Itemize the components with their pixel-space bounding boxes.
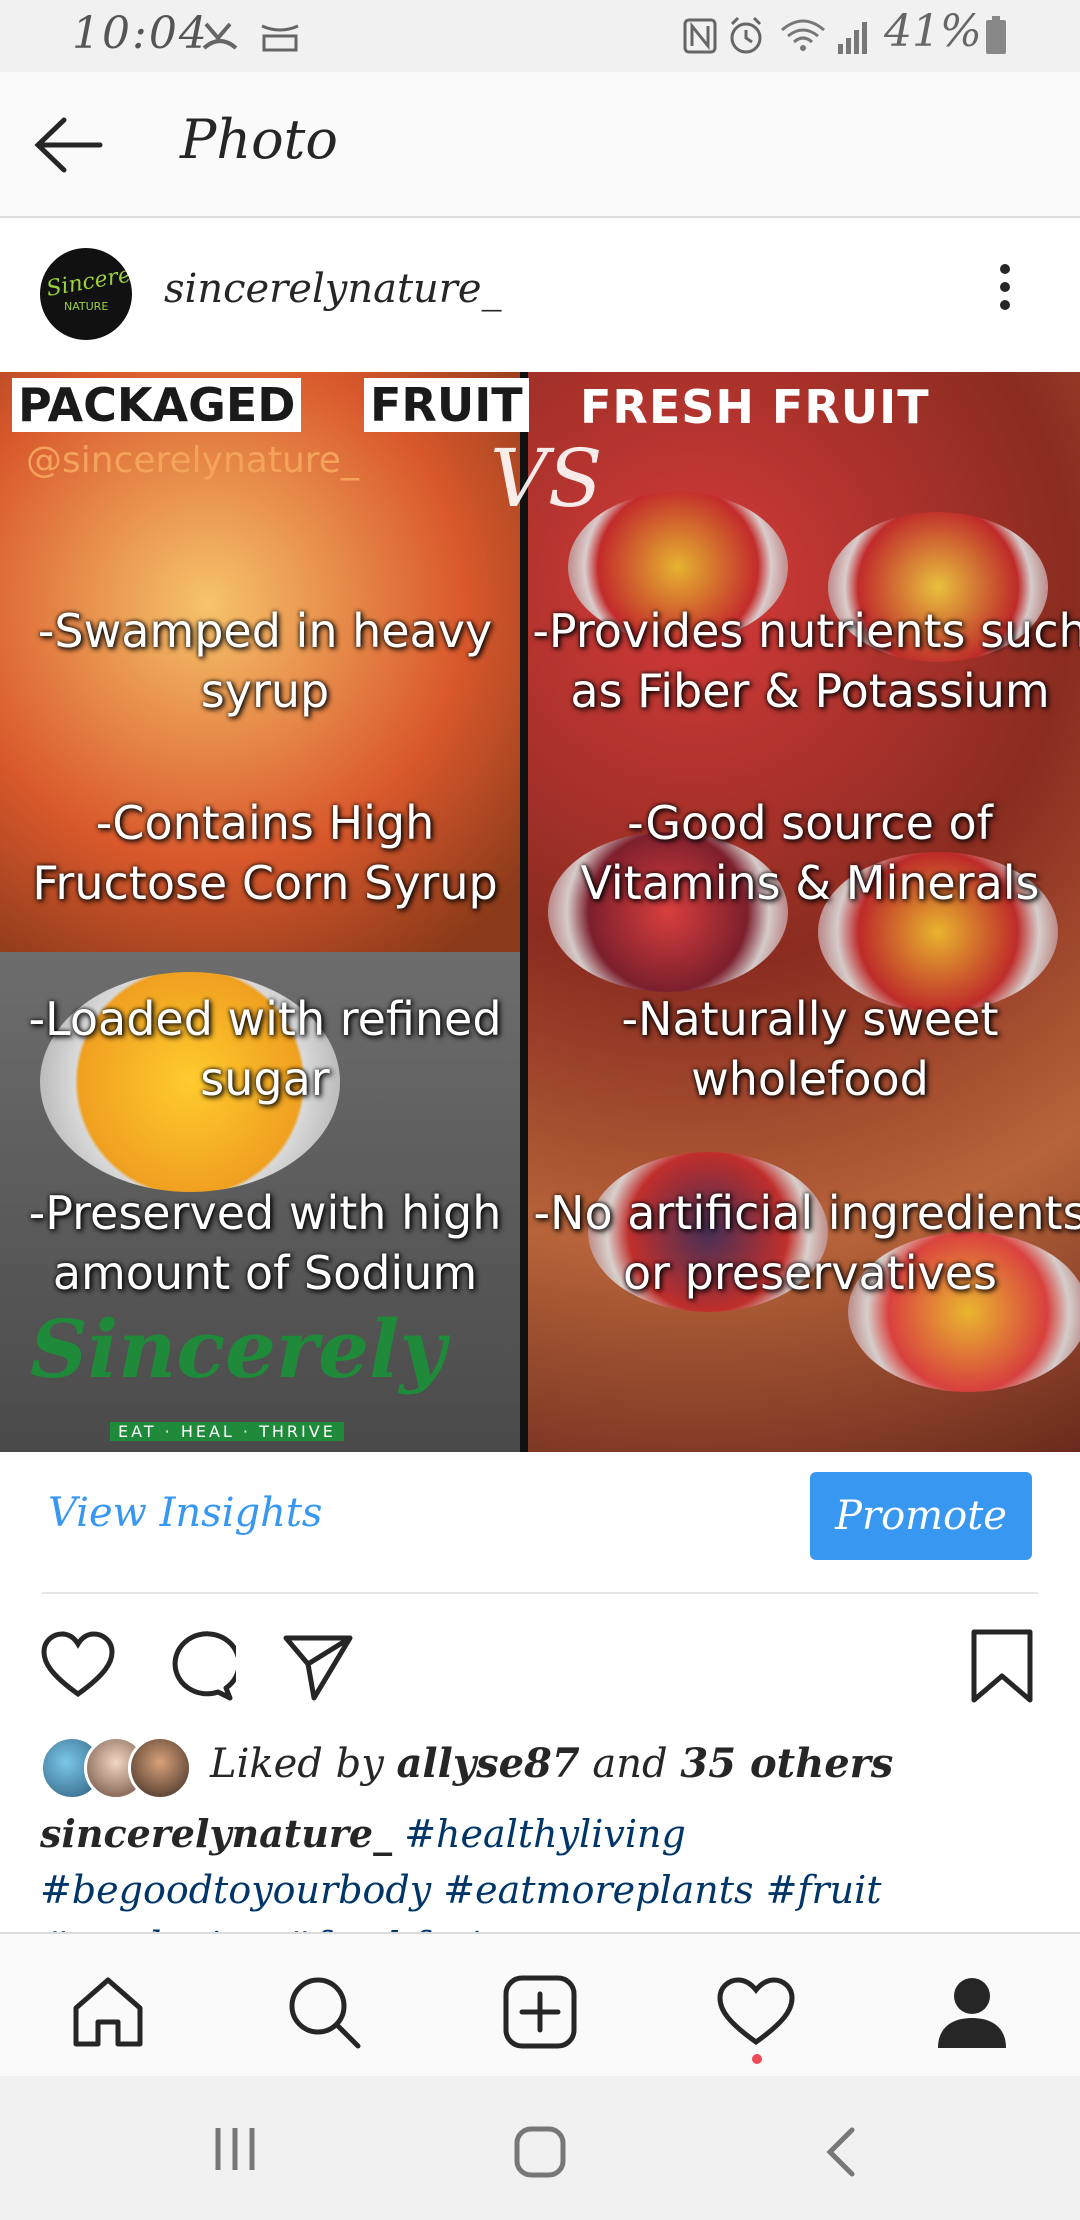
liked-and: and [592,1741,668,1787]
bookmark-save-icon[interactable] [968,1628,1036,1704]
profile-icon[interactable] [932,1972,1012,2052]
likes-summary[interactable]: Liked by allyse87 and 35 others [210,1740,893,1787]
nfc-icon [683,18,717,54]
top-bar: Photo [0,72,1080,218]
home-button-icon[interactable] [512,2124,568,2180]
avatar-logo-subtext: NATURE [64,300,109,313]
image-divider [520,372,528,1452]
new-post-plus-icon[interactable] [500,1972,580,2052]
amazon-icon [261,24,299,52]
divider [42,1592,1038,1594]
hashtag[interactable]: #begoodtoyourbody [40,1868,431,1912]
liked-by-user[interactable]: allyse87 [397,1740,580,1787]
battery-icon [986,16,1006,54]
post-header: Sincerely NATURE sincerelynature_ [0,218,1080,370]
fresh-fruit-header: FRESH FRUIT [580,380,930,434]
hashtag[interactable]: #healthyliving [404,1812,686,1856]
right-fact-2: -Good source of Vitamins & Minerals [580,796,1040,910]
missed-call-icon [202,22,238,50]
battery-percent: 41% [884,6,982,57]
post-image[interactable]: PACKAGED FRUIT FRESH FRUIT @sincerelynat… [0,372,1080,1452]
page-title: Photo [180,108,338,171]
packaged-header-label: PACKAGED [12,378,302,432]
wifi-icon [781,19,825,51]
comment-bubble-icon[interactable] [160,1628,236,1704]
right-fact-4: -No artificial ingredients or preservati… [533,1186,1080,1300]
system-navigation-bar [0,2076,1080,2220]
logo-tagline: EAT · HEAL · THRIVE [110,1422,344,1441]
right-fact-3: -Naturally sweet wholefood [621,992,999,1106]
back-arrow-icon[interactable] [30,110,110,180]
left-fact-1: -Swamped in heavy syrup [37,604,493,718]
home-icon[interactable] [68,1972,148,2052]
status-bar: 10:04 41% [0,0,1080,72]
search-icon[interactable] [284,1972,364,2052]
activity-heart-icon[interactable] [716,1972,796,2052]
liker-avatar-3 [128,1736,192,1800]
left-fact-2: -Contains High Fructose Corn Syrup [32,796,498,910]
hashtag[interactable]: #fruit [766,1868,882,1912]
recent-apps-icon[interactable] [210,2124,260,2174]
fruit-header-label: FRUIT [364,378,529,432]
avatar-logo-text: Sincerely [44,259,132,302]
view-insights-link[interactable]: View Insights [48,1490,322,1536]
promote-button[interactable]: Promote [810,1472,1032,1560]
watermark-handle: @sincerelynature_ [26,440,359,481]
like-heart-icon[interactable] [40,1628,116,1704]
left-fact-3: -Loaded with refined sugar [28,992,502,1106]
vs-label: VS [490,432,603,525]
right-fact-1: -Provides nutrients such as Fiber & Pota… [532,604,1080,718]
left-fact-4: -Preserved with high amount of Sodium [28,1186,502,1300]
post-username[interactable]: sincerelynature_ [164,266,502,312]
notification-dot [752,2054,762,2064]
status-time: 10:04 [72,8,209,59]
share-send-icon[interactable] [280,1628,356,1704]
alarm-icon [730,16,762,54]
hashtag[interactable]: #eatmoreplants [443,1868,753,1912]
more-options-icon[interactable] [990,258,1020,328]
avatar[interactable]: Sincerely NATURE [40,248,132,340]
bottom-nav [0,1932,1080,2078]
signal-icon [838,22,867,54]
liked-by-prefix: Liked by [210,1741,384,1787]
liked-others-count[interactable]: 35 others [680,1740,893,1787]
sincerely-nature-logo: Sincerely [30,1302,446,1396]
caption-username[interactable]: sincerelynature_ [40,1811,392,1856]
system-back-icon[interactable] [820,2124,860,2180]
